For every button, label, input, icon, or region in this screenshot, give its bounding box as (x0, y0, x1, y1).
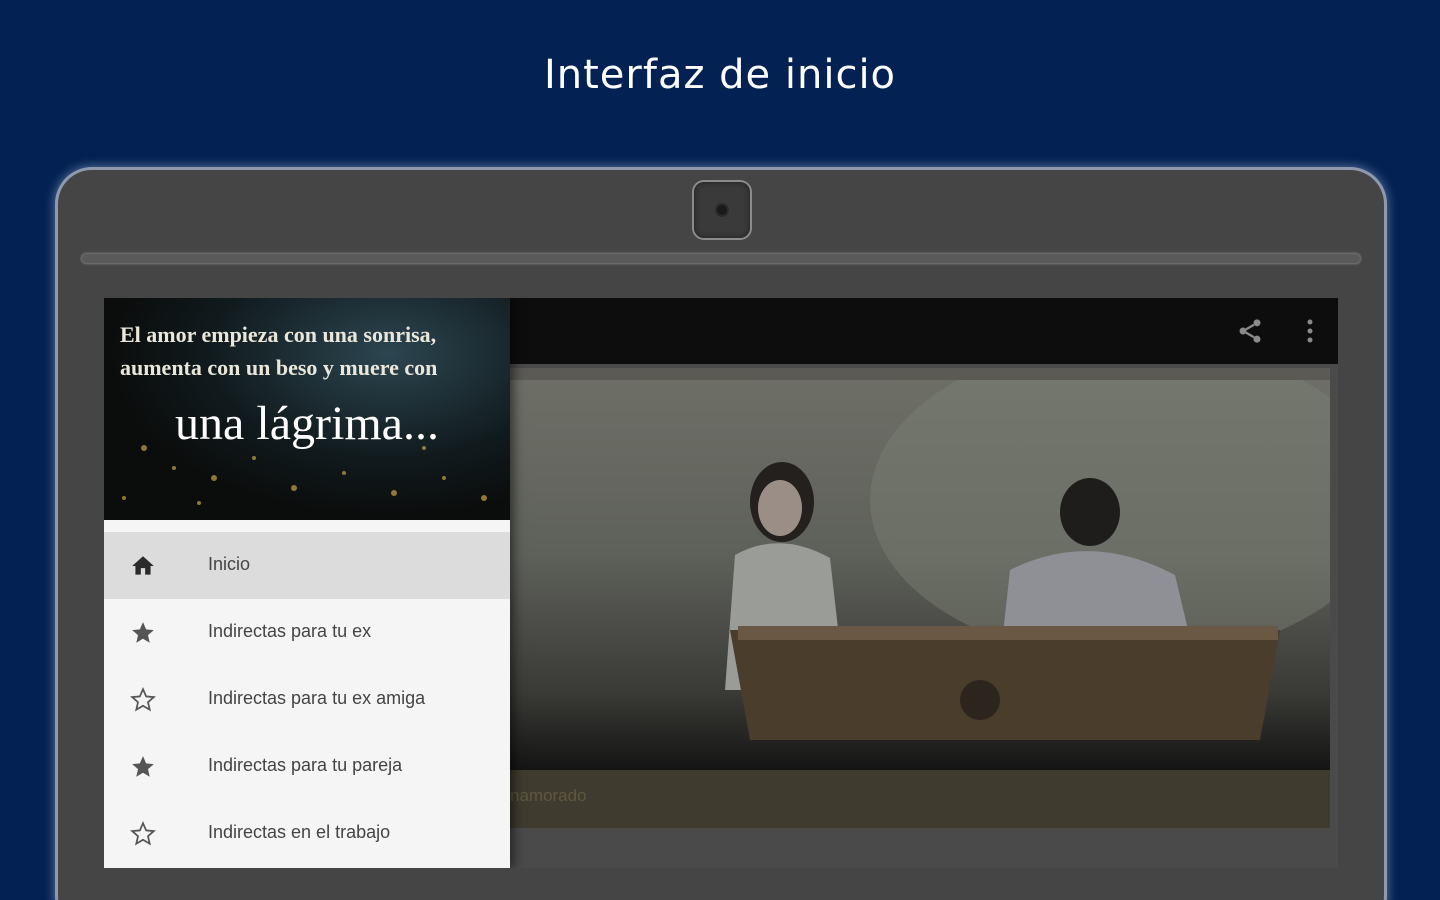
tablet-bezel-bar (82, 254, 1360, 263)
couple-photo (510, 380, 1330, 770)
menu-item-label: Indirectas para tu ex (208, 621, 372, 641)
home-icon (128, 551, 158, 581)
menu-item-label: Inicio (208, 554, 251, 574)
menu-item-pareja[interactable]: Indirectas para tu pareja (104, 733, 510, 800)
quote-line-2: aumenta con un beso y muere con (120, 355, 438, 380)
menu-item-label: Indirectas para tu ex amiga (208, 688, 426, 708)
page-title: Interfaz de inicio (543, 52, 897, 98)
navigation-drawer: El amor empieza con una sonrisa, aumenta… (104, 298, 510, 868)
star-filled-icon (128, 618, 158, 648)
menu-item-ex[interactable]: Indirectas para tu ex (104, 599, 510, 666)
app-screen: namorado El amor empieza con una sonrisa… (104, 298, 1338, 868)
quote-line-1: El amor empieza con una sonrisa, (120, 322, 437, 347)
menu-item-trabajo[interactable]: Indirectas en el trabajo (104, 800, 510, 867)
star-outline-icon (128, 685, 158, 715)
drawer-menu: Inicio Indirectas para tu ex Indirectas … (104, 532, 510, 867)
camera-icon (694, 182, 750, 238)
content-card[interactable]: namorado (510, 368, 1330, 828)
camera-lens (717, 205, 727, 215)
menu-item-label: Indirectas para tu pareja (208, 755, 403, 775)
star-outline-icon (128, 819, 158, 849)
menu-item-ex-amiga[interactable]: Indirectas para tu ex amiga (104, 666, 510, 733)
caption-bar (510, 770, 1330, 828)
drawer-quote: El amor empieza con una sonrisa, aumenta… (120, 318, 500, 384)
star-filled-icon (128, 752, 158, 782)
menu-item-inicio[interactable]: Inicio (104, 532, 510, 599)
tablet-frame: namorado El amor empieza con una sonrisa… (58, 170, 1384, 900)
menu-item-label: Indirectas en el trabajo (208, 822, 391, 842)
photo-caption: namorado (510, 786, 587, 805)
more-vert-icon[interactable] (1294, 315, 1326, 347)
drawer-header: El amor empieza con una sonrisa, aumenta… (104, 298, 510, 520)
quote-big-text: una lágrima... (175, 397, 439, 450)
share-icon[interactable] (1234, 315, 1266, 347)
